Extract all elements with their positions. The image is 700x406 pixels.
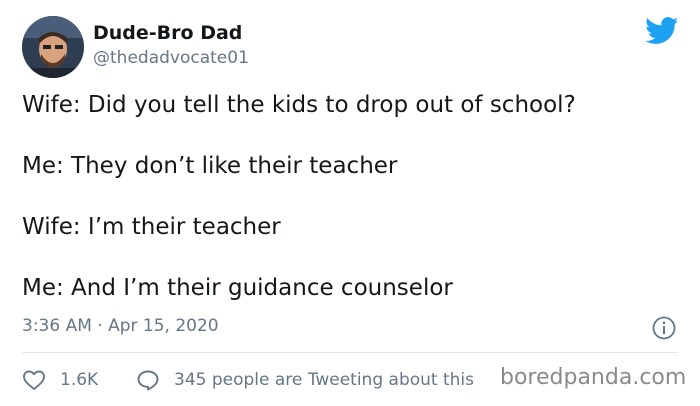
like-button[interactable]: 1.6K: [22, 367, 98, 393]
tweet-text-line: Wife: I’m their teacher: [22, 214, 281, 240]
tweet-timestamp[interactable]: 3:36 AM · Apr 15, 2020: [22, 316, 219, 336]
watermark: boredpanda.com: [500, 365, 687, 390]
tweet-text-line: Me: They don’t like their teacher: [22, 153, 398, 179]
like-count: 1.6K: [60, 370, 99, 390]
avatar[interactable]: [22, 16, 84, 78]
user-handle[interactable]: @thedadvocate01: [93, 48, 249, 68]
tweet-text-line: Wife: Did you tell the kids to drop out …: [22, 92, 576, 118]
tweet-card: Dude-Bro Dad @thedadvocate01 Wife: Did y…: [0, 0, 700, 406]
divider: [22, 352, 678, 353]
conversation-text: 345 people are Tweeting about this: [174, 370, 474, 390]
speech-bubble-icon: [137, 370, 159, 391]
tweet-text-line: Me: And I’m their guidance counselor: [22, 275, 453, 301]
avatar-image: [22, 16, 84, 78]
heart-icon: [23, 370, 45, 390]
display-name[interactable]: Dude-Bro Dad: [93, 22, 242, 44]
info-icon[interactable]: [652, 316, 676, 340]
conversation-link[interactable]: 345 people are Tweeting about this: [136, 367, 474, 393]
twitter-bird-icon[interactable]: [645, 17, 679, 45]
